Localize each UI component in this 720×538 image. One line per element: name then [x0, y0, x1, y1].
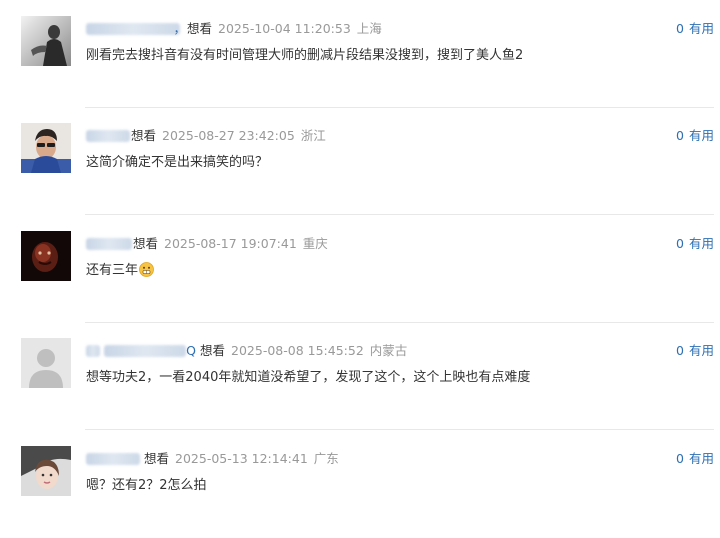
- useful-button[interactable]: 有用: [689, 343, 714, 358]
- useful-button[interactable]: 有用: [689, 128, 714, 143]
- username-link[interactable]: ，: [86, 19, 186, 39]
- rating-status: 想看: [200, 343, 226, 358]
- comment-time: 2025-08-08 15:45:52: [231, 343, 364, 358]
- comment-item: Q 想看 2025-08-08 15:45:52 内蒙古 想等功夫2，一看2040年…: [0, 322, 720, 430]
- comment-item: 想看 2025-05-13 12:14:41 广东 嗯？还有2？2怎么拍 0 有用: [0, 430, 720, 538]
- comment-text: 还有三年: [86, 261, 154, 284]
- avatar-image: [21, 16, 71, 66]
- comment-meta: 想看 2025-08-27 23:42:05 浙江: [86, 126, 326, 146]
- avatar-image: [21, 446, 71, 496]
- default-avatar-icon: [21, 338, 71, 388]
- username-link[interactable]: [86, 234, 132, 254]
- comment-time: 2025-10-04 11:20:53: [218, 21, 351, 36]
- rating-status: 想看: [144, 451, 170, 466]
- useful-vote: 0 有用: [676, 19, 714, 39]
- useful-count: 0: [676, 21, 684, 36]
- user-avatar[interactable]: [21, 338, 71, 388]
- grimace-emoji-icon: [139, 262, 154, 284]
- comment-location: 上海: [356, 21, 382, 36]
- useful-count: 0: [676, 343, 684, 358]
- useful-count: 0: [676, 451, 684, 466]
- comment-meta: Q 想看 2025-08-08 15:45:52 内蒙古: [86, 341, 407, 361]
- useful-vote: 0 有用: [676, 126, 714, 146]
- comment-item: 想看 2025-08-17 19:07:41 重庆 还有三年 0 有用: [0, 215, 720, 323]
- comment-meta: 想看 2025-08-17 19:07:41 重庆: [86, 234, 328, 254]
- useful-button[interactable]: 有用: [689, 451, 714, 466]
- avatar-image: [21, 231, 71, 281]
- comment-time: 2025-08-17 19:07:41: [164, 236, 297, 251]
- comment-time: 2025-08-27 23:42:05: [162, 128, 295, 143]
- comment-item: ， 想看 2025-10-04 11:20:53 上海 刚看完去搜抖音有没有时间管理…: [0, 0, 720, 108]
- comment-item: 想看 2025-08-27 23:42:05 浙江 这简介确定不是出来搞笑的吗？ 0…: [0, 107, 720, 215]
- useful-vote: 0 有用: [676, 234, 714, 254]
- comment-meta: ， 想看 2025-10-04 11:20:53 上海: [86, 19, 382, 39]
- comment-location: 重庆: [302, 236, 328, 251]
- comment-text: 嗯？还有2？2怎么拍: [86, 478, 207, 493]
- comment-text: 这简介确定不是出来搞笑的吗？: [86, 155, 269, 170]
- comment-text: 想等功夫2，一看2040年就知道没希望了，发现了这个，这个上映也有点难度: [86, 370, 531, 385]
- useful-button[interactable]: 有用: [689, 236, 714, 251]
- useful-count: 0: [676, 128, 684, 143]
- comment-location: 广东: [313, 451, 339, 466]
- username-link[interactable]: [86, 449, 140, 469]
- username-link[interactable]: [86, 126, 130, 146]
- rating-status: 想看: [187, 21, 213, 36]
- comment-text: 刚看完去搜抖音有没有时间管理大师的删减片段结果没搜到，搜到了美人鱼2: [86, 48, 524, 63]
- rating-status: 想看: [133, 236, 159, 251]
- useful-vote: 0 有用: [676, 449, 714, 469]
- comment-time: 2025-05-13 12:14:41: [175, 451, 308, 466]
- username-link[interactable]: Q: [86, 341, 196, 361]
- user-avatar[interactable]: [21, 231, 71, 281]
- rating-status: 想看: [131, 128, 157, 143]
- useful-button[interactable]: 有用: [689, 21, 714, 36]
- useful-vote: 0 有用: [676, 341, 714, 361]
- useful-count: 0: [676, 236, 684, 251]
- comment-location: 浙江: [300, 128, 326, 143]
- comment-meta: 想看 2025-05-13 12:14:41 广东: [86, 449, 339, 469]
- user-avatar[interactable]: [21, 16, 71, 66]
- comment-location: 内蒙古: [369, 343, 408, 358]
- user-avatar[interactable]: [21, 123, 71, 173]
- user-avatar[interactable]: [21, 446, 71, 496]
- avatar-image: [21, 123, 71, 173]
